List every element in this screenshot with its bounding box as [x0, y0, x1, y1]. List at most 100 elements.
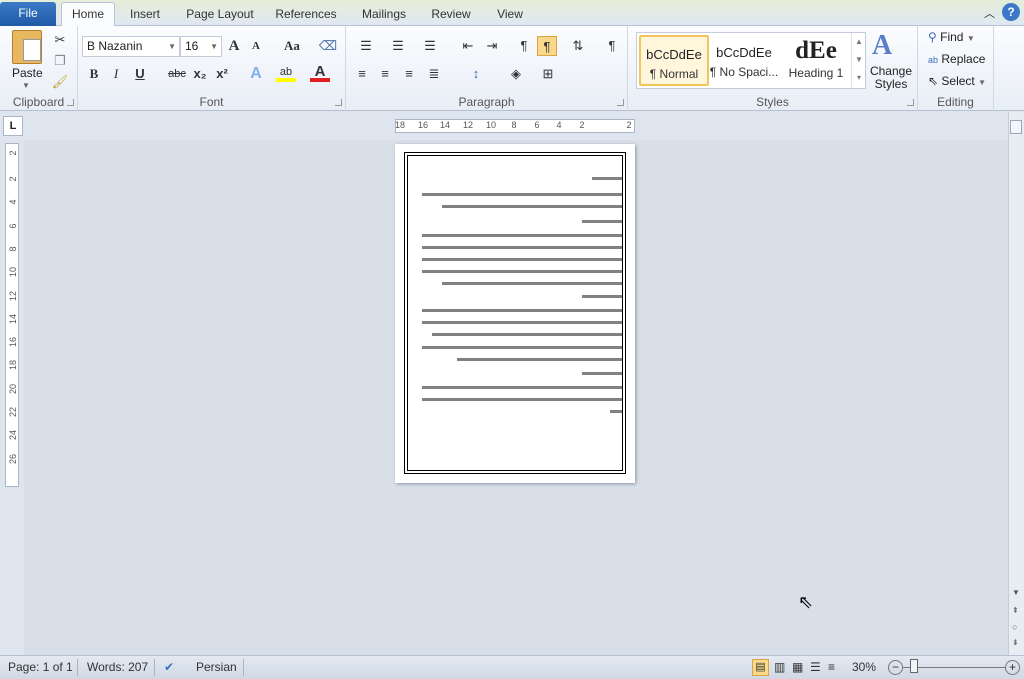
strikethrough-button[interactable]: abc — [166, 64, 188, 84]
cut-icon[interactable]: ✂ — [50, 30, 70, 50]
decrease-indent-icon[interactable]: ⇤ — [458, 36, 478, 56]
ruler-toggle-icon[interactable] — [1010, 120, 1022, 134]
text-effects-icon[interactable]: A — [246, 64, 266, 84]
style-no-spacing[interactable]: bCcDdEe ¶ No Spaci... — [709, 35, 779, 86]
line-spacing-icon[interactable]: ↕ — [466, 64, 486, 84]
proofing-icon[interactable]: ✔ — [164, 660, 174, 674]
align-left-icon[interactable]: ≡ — [352, 64, 372, 84]
page-count[interactable]: Page: 1 of 1 — [8, 660, 73, 674]
paste-button[interactable]: Paste — [12, 66, 43, 80]
text-line — [422, 346, 622, 349]
change-styles-button[interactable]: Change Styles — [868, 65, 914, 91]
full-screen-reading-icon[interactable]: ▥ — [774, 660, 785, 674]
help-icon[interactable]: ? — [1002, 3, 1020, 21]
tab-selector[interactable]: L — [3, 116, 23, 136]
ruler-number: 16 — [417, 120, 429, 130]
tab-page-layout[interactable]: Page Layout — [180, 4, 260, 26]
bullets-icon[interactable]: ☰ — [356, 36, 376, 56]
sort-icon[interactable]: ⇅ — [568, 36, 588, 56]
ruler-number: 12 — [462, 120, 474, 130]
justify-icon[interactable]: ≣ — [424, 64, 444, 84]
zoom-out-icon[interactable]: − — [888, 660, 903, 675]
highlight-icon[interactable]: ab — [276, 62, 296, 82]
chevron-down-icon[interactable]: ▼ — [210, 37, 218, 56]
paste-icon[interactable] — [12, 30, 42, 64]
text-line — [442, 205, 622, 208]
tab-references[interactable]: References — [270, 4, 342, 26]
ruler-number: 2 — [8, 150, 18, 156]
text-line — [457, 358, 622, 361]
ruler-number: 10 — [485, 120, 497, 130]
tab-file[interactable]: File — [0, 2, 56, 26]
superscript-button[interactable]: x² — [212, 64, 232, 84]
underline-button[interactable]: U — [130, 64, 150, 84]
styles-launcher-icon[interactable] — [907, 99, 914, 106]
text-line — [582, 372, 622, 375]
previous-page-icon[interactable]: ⇞ — [1012, 606, 1019, 615]
grow-font-button[interactable]: A — [224, 36, 244, 56]
align-right-icon[interactable]: ≡ — [399, 64, 419, 84]
draft-icon[interactable]: ≡ — [828, 660, 835, 674]
shading-icon[interactable]: ◈ — [506, 64, 526, 84]
numbering-icon[interactable]: ☰ — [388, 36, 408, 56]
clipboard-launcher-icon[interactable] — [67, 99, 74, 106]
paragraph-launcher-icon[interactable] — [617, 99, 624, 106]
font-launcher-icon[interactable] — [335, 99, 342, 106]
font-size-combo[interactable]: 16 ▼ — [180, 36, 222, 57]
style-normal[interactable]: bCcDdEe ¶ Normal — [639, 35, 709, 86]
horizontal-ruler[interactable]: 18 16 14 12 10 8 6 4 2 2 — [395, 119, 635, 133]
minimize-ribbon-icon[interactable]: ︿ — [984, 5, 995, 21]
align-center-icon[interactable]: ≡ — [375, 64, 395, 84]
zoom-in-icon[interactable]: + — [1005, 660, 1020, 675]
borders-icon[interactable]: ⊞ — [538, 64, 558, 84]
word-count[interactable]: Words: 207 — [87, 660, 148, 674]
copy-icon[interactable]: ❐ — [50, 51, 70, 71]
styles-scroll[interactable]: ▲ ▼ ▾ — [851, 33, 866, 88]
format-painter-icon[interactable]: 🖌 — [50, 72, 70, 92]
zoom-level[interactable]: 30% — [852, 660, 876, 674]
paste-dropdown-icon[interactable]: ▼ — [22, 81, 30, 90]
subscript-button[interactable]: x₂ — [190, 64, 210, 84]
zoom-slider-thumb[interactable] — [910, 659, 919, 673]
vertical-scrollbar[interactable]: ▼ ⇞ ○ ⇟ — [1008, 112, 1024, 655]
tab-mailings[interactable]: Mailings — [354, 4, 414, 26]
style-heading-1[interactable]: dEe Heading 1 — [781, 35, 851, 86]
vertical-ruler[interactable]: 2 2 4 6 8 10 12 14 16 18 20 22 24 26 — [5, 143, 19, 487]
outline-icon[interactable]: ☰ — [810, 660, 821, 674]
ltr-icon[interactable]: ¶ — [514, 36, 534, 56]
font-color-icon[interactable]: A — [310, 62, 330, 82]
find-button[interactable]: ⚲ Find ▼ — [928, 30, 975, 44]
chevron-down-icon[interactable]: ▼ — [168, 37, 176, 56]
multilevel-list-icon[interactable]: ☰ — [420, 36, 440, 56]
print-layout-icon[interactable]: ▤ — [752, 659, 769, 676]
cursor-icon: ⇖ — [928, 74, 939, 88]
increase-indent-icon[interactable]: ⇥ — [482, 36, 502, 56]
shrink-font-button[interactable]: A — [246, 36, 266, 56]
tab-view[interactable]: View — [490, 4, 530, 26]
tab-home[interactable]: Home — [61, 2, 115, 27]
select-button[interactable]: ⇖ Select ▼ — [928, 74, 986, 88]
change-styles-icon[interactable]: A — [872, 30, 892, 62]
browse-object-icon[interactable]: ○ — [1012, 622, 1017, 632]
clear-formatting-icon[interactable]: ⌫ — [318, 36, 338, 56]
font-name-value: B Nazanin — [87, 39, 143, 53]
web-layout-icon[interactable]: ▦ — [792, 660, 803, 674]
font-name-combo[interactable]: B Nazanin ▼ — [82, 36, 180, 57]
next-page-icon[interactable]: ⇟ — [1012, 638, 1019, 647]
show-formatting-icon[interactable]: ¶ — [602, 36, 622, 56]
tab-review[interactable]: Review — [426, 4, 476, 26]
bold-button[interactable]: B — [84, 64, 104, 84]
text-line — [422, 258, 622, 261]
replace-button[interactable]: ab Replace — [928, 52, 985, 66]
rtl-icon[interactable]: ¶ — [537, 36, 557, 56]
tab-insert[interactable]: Insert — [122, 4, 168, 26]
language[interactable]: Persian — [196, 660, 237, 674]
scroll-down-arrow[interactable]: ▼ — [1012, 588, 1020, 597]
italic-button[interactable]: I — [106, 64, 126, 84]
font-size-value: 16 — [185, 39, 199, 53]
select-label: Select — [941, 74, 975, 88]
ruler-number: 2 — [579, 120, 585, 130]
change-case-button[interactable]: Aa — [278, 36, 306, 56]
style-name: ¶ No Spaci... — [709, 65, 779, 79]
ruler-number: 6 — [8, 223, 18, 229]
